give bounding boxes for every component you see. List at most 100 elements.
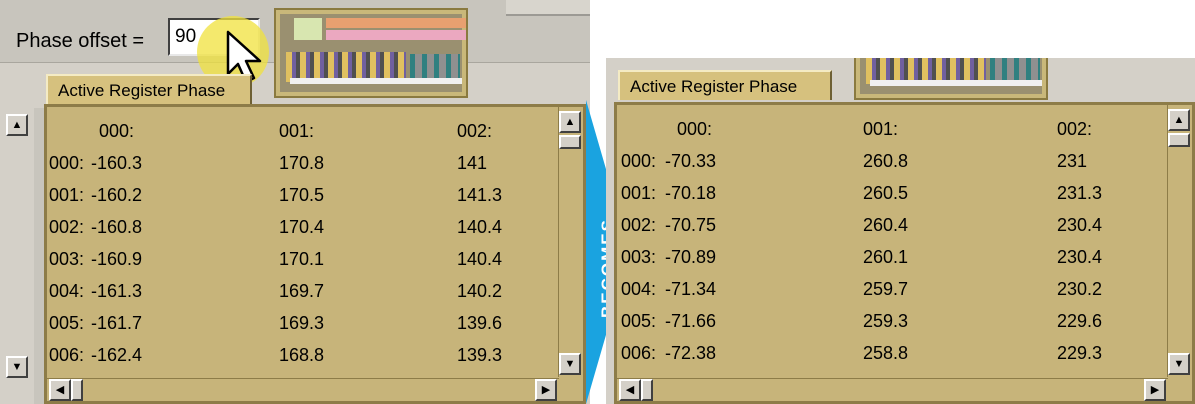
table-row: 003: -160.9 170.1 140.4 xyxy=(47,243,557,275)
cell-value: -70.18 xyxy=(665,183,717,203)
scroll-thumb[interactable] xyxy=(559,135,581,149)
table-row: 006: -162.4 168.8 139.3 xyxy=(47,339,557,371)
cell-value: 170.8 xyxy=(279,153,325,173)
layout-thumbnail[interactable] xyxy=(854,58,1048,100)
table-row: 000: -160.3 170.8 141 xyxy=(47,147,557,179)
cell-value: 170.1 xyxy=(279,249,325,269)
row-label: 000: xyxy=(621,151,657,171)
cell-value: -71.66 xyxy=(665,311,717,331)
vertical-scrollbar[interactable]: ▲ ▼ xyxy=(558,107,583,377)
table-grid: 000: 001: 002: 000: -160.3 170.8 141 001: -16… xyxy=(47,107,557,377)
table-row: 001: -160.2 170.5 141.3 xyxy=(47,179,557,211)
window-edge xyxy=(506,0,590,16)
row-label: 005: xyxy=(49,313,85,333)
cell-value: 229.3 xyxy=(1057,343,1103,363)
cell-value: 230.2 xyxy=(1057,279,1103,299)
cell-value: 139.3 xyxy=(457,345,503,365)
column-header: 002: xyxy=(1057,119,1093,139)
arrow-up-icon[interactable]: ▲ xyxy=(1168,109,1190,131)
cell-value: 260.4 xyxy=(863,215,909,235)
horizontal-scrollbar[interactable]: ◀ ▶ xyxy=(617,378,1168,401)
arrow-down-icon[interactable]: ▼ xyxy=(6,356,28,378)
cell-value: 140.4 xyxy=(457,249,503,269)
cell-value: 260.1 xyxy=(863,247,909,267)
arrow-up-icon[interactable]: ▲ xyxy=(6,114,28,136)
cell-value: 259.7 xyxy=(863,279,909,299)
cell-value: 141 xyxy=(457,153,488,173)
scroll-thumb[interactable] xyxy=(71,379,83,401)
register-phase-table: 000: 001: 002: 000: -160.3 170.8 141 001: -16… xyxy=(44,104,586,404)
cell-value: -160.2 xyxy=(91,185,143,205)
column-header: 001: xyxy=(279,121,315,141)
cell-value: 139.6 xyxy=(457,313,503,333)
table-header-row: 000: 001: 002: xyxy=(47,115,557,147)
row-label: 004: xyxy=(621,279,657,299)
cell-value: -160.3 xyxy=(91,153,143,173)
row-label: 003: xyxy=(49,249,85,269)
cell-value: -161.7 xyxy=(91,313,143,333)
vertical-scrollbar[interactable]: ▲ ▼ xyxy=(1167,105,1192,377)
cell-value: 140.4 xyxy=(457,217,503,237)
cell-value: -71.34 xyxy=(665,279,717,299)
row-label: 001: xyxy=(621,183,657,203)
before-panel: Phase offset = 90 ▲ ▼ Active Register Ph… xyxy=(0,0,590,404)
cell-value: -70.75 xyxy=(665,215,717,235)
after-panel: Active Register Phase 000: 001: 002: 000… xyxy=(606,58,1195,404)
tab-active-register-phase[interactable]: Active Register Phase xyxy=(46,74,252,104)
row-label: 001: xyxy=(49,185,85,205)
table-row: 004: -161.3 169.7 140.2 xyxy=(47,275,557,307)
register-phase-table: 000: 001: 002: 000: -70.33 260.8 231 001: -70… xyxy=(614,102,1195,404)
row-label: 002: xyxy=(621,215,657,235)
arrow-right-icon[interactable]: ▶ xyxy=(1144,379,1166,401)
table-row: 001: -70.18 260.5 231.3 xyxy=(617,177,1166,209)
table-header-row: 000: 001: 002: xyxy=(617,113,1166,145)
phase-offset-label: Phase offset = xyxy=(16,30,145,52)
table-row: 000: -70.33 260.8 231 xyxy=(617,145,1166,177)
cell-value: 169.3 xyxy=(279,313,325,333)
arrow-down-icon[interactable]: ▼ xyxy=(1168,353,1190,375)
left-scroll-strip: ▲ ▼ xyxy=(0,108,36,404)
scroll-thumb[interactable] xyxy=(641,379,653,401)
cell-value: -162.4 xyxy=(91,345,143,365)
row-label: 006: xyxy=(621,343,657,363)
cell-value: -161.3 xyxy=(91,281,143,301)
table-row: 005: -71.66 259.3 229.6 xyxy=(617,305,1166,337)
table-grid: 000: 001: 002: 000: -70.33 260.8 231 001: -70… xyxy=(617,105,1166,377)
arrow-right-icon[interactable]: ▶ xyxy=(535,379,557,401)
cell-value: 231 xyxy=(1057,151,1088,171)
cell-value: -72.38 xyxy=(665,343,717,363)
horizontal-scrollbar[interactable]: ◀ ▶ xyxy=(47,378,559,401)
row-label: 004: xyxy=(49,281,85,301)
cell-value: 170.4 xyxy=(279,217,325,237)
arrow-left-icon[interactable]: ◀ xyxy=(49,379,71,401)
cell-value: 260.8 xyxy=(863,151,909,171)
cell-value: 229.6 xyxy=(1057,311,1103,331)
row-label: 006: xyxy=(49,345,85,365)
row-label: 000: xyxy=(49,153,85,173)
column-header: 000: xyxy=(677,119,713,139)
row-label: 002: xyxy=(49,217,85,237)
arrow-up-icon[interactable]: ▲ xyxy=(559,111,581,133)
cell-value: 230.4 xyxy=(1057,215,1103,235)
cell-value: 170.5 xyxy=(279,185,325,205)
table-row: 002: -160.8 170.4 140.4 xyxy=(47,211,557,243)
cell-value: 258.8 xyxy=(863,343,909,363)
arrow-down-icon[interactable]: ▼ xyxy=(559,353,581,375)
row-label: 003: xyxy=(621,247,657,267)
table-row: 005: -161.7 169.3 139.6 xyxy=(47,307,557,339)
cell-value: 259.3 xyxy=(863,311,909,331)
column-header: 001: xyxy=(863,119,899,139)
layout-thumbnail[interactable] xyxy=(274,8,468,98)
divider xyxy=(34,108,44,404)
tab-active-register-phase[interactable]: Active Register Phase xyxy=(618,70,832,100)
table-row: 003: -70.89 260.1 230.4 xyxy=(617,241,1166,273)
cell-value: 230.4 xyxy=(1057,247,1103,267)
cell-value: -70.33 xyxy=(665,151,717,171)
cell-value: 231.3 xyxy=(1057,183,1103,203)
column-header: 002: xyxy=(457,121,493,141)
arrow-left-icon[interactable]: ◀ xyxy=(619,379,641,401)
cell-value: -160.8 xyxy=(91,217,143,237)
cell-value: 141.3 xyxy=(457,185,503,205)
scroll-thumb[interactable] xyxy=(1168,133,1190,147)
table-row: 004: -71.34 259.7 230.2 xyxy=(617,273,1166,305)
